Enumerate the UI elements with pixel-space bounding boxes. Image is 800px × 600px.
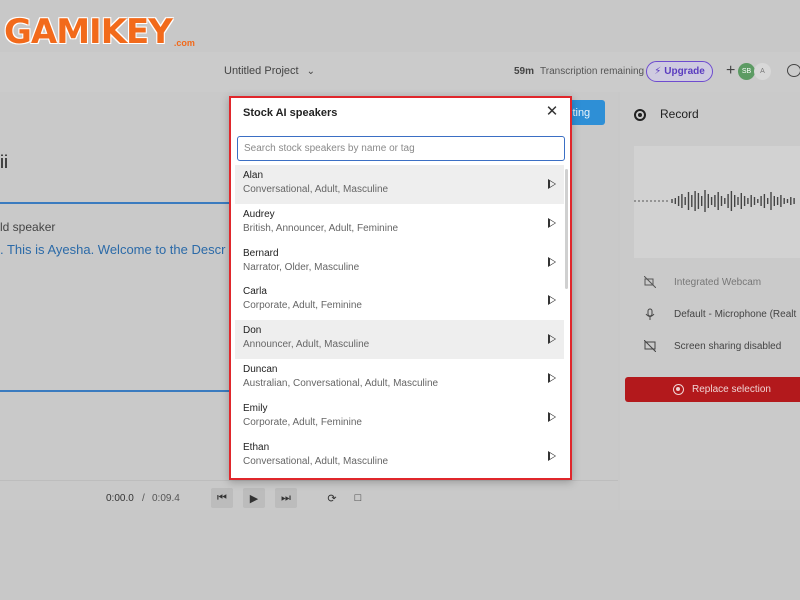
play-icon[interactable] — [548, 179, 556, 189]
time-separator: / — [142, 493, 145, 504]
comment-icon[interactable] — [787, 64, 800, 77]
avatar[interactable]: SB — [738, 63, 755, 80]
editor-title: ii — [0, 152, 8, 172]
microphone-icon — [645, 308, 655, 320]
logo-text: GAMIKEY — [4, 12, 173, 52]
screen-sharing-option[interactable]: Screen sharing disabled — [674, 341, 781, 352]
speaker-item[interactable]: Duncan Australian, Conversational, Adult,… — [235, 359, 564, 398]
play-icon[interactable] — [548, 334, 556, 345]
play-icon: ▶︎ — [249, 492, 259, 505]
skip-forward-icon: ⏭︎ — [281, 491, 291, 504]
speaker-tags: Announcer, Adult, Masculine — [243, 339, 370, 351]
speaker-name: Ethan — [243, 441, 270, 453]
speaker-tags: Narrator, Older, Masculine — [243, 261, 360, 273]
speaker-label[interactable]: ld speaker — [0, 220, 55, 234]
speaker-name: Carla — [243, 286, 267, 298]
scrollbar[interactable] — [565, 169, 568, 289]
playback-bar: 0:00.0 / 0:09.4 ⏮︎ ▶︎ ⏭︎ ⟳ □ — [0, 480, 618, 510]
speaker-name: Alan — [243, 170, 264, 181]
replace-selection-label: Replace selection — [692, 384, 771, 395]
webcam-off-icon — [644, 276, 656, 288]
bookmark-icon: □ — [354, 492, 362, 504]
logo-domain: .com — [173, 38, 195, 48]
chevron-down-icon: ⌄ — [306, 66, 315, 77]
speaker-tags: Conversational, Adult, Masculine — [243, 184, 389, 195]
project-title-dropdown[interactable]: Untitled Project ⌄ — [224, 65, 315, 77]
speaker-name: Bernard — [243, 247, 279, 259]
selection-line — [0, 202, 230, 204]
speaker-list: Alan Conversational, Adult, Masculine Audr… — [235, 165, 567, 477]
play-button[interactable]: ▶︎ — [243, 488, 265, 508]
minutes-remaining: 59m — [514, 66, 535, 77]
transcription-remaining-label: Transcription remaining — [540, 66, 645, 77]
screen-share-off-icon — [644, 340, 656, 352]
speaker-tags: Conversational, Adult, Masculine — [243, 455, 389, 467]
project-title: Untitled Project — [224, 65, 299, 77]
speaker-name: Emily — [243, 402, 268, 414]
top-bar: Untitled Project ⌄ 59m Transcription rema… — [0, 52, 800, 92]
stock-ai-speakers-dialog: Stock AI speakers ✕ Alan Conversational, … — [229, 96, 572, 480]
speaker-item[interactable]: Audrey British, Announcer, Adult, Feminin… — [235, 204, 564, 243]
upgrade-label: Upgrade — [664, 66, 705, 77]
add-collaborator-icon[interactable]: + — [726, 62, 735, 80]
play-icon[interactable] — [548, 372, 556, 383]
waveform — [634, 190, 795, 212]
play-icon[interactable] — [548, 411, 556, 422]
speaker-item[interactable]: Emily Corporate, Adult, Feminine — [235, 398, 564, 437]
current-time: 0:00.0 — [106, 493, 134, 504]
record-title: Record — [660, 107, 699, 121]
close-icon[interactable]: ✕ — [545, 104, 559, 119]
speaker-tags: British, Announcer, Adult, Feminine — [243, 222, 399, 234]
lightning-icon: ⚡︎ — [654, 66, 662, 77]
speaker-tags: Corporate, Adult, Feminine — [243, 416, 362, 428]
speaker-name: Audrey — [243, 208, 275, 220]
loop-button[interactable]: ⟳ — [321, 488, 343, 508]
audio-preview — [634, 146, 800, 258]
speaker-tags: Australian, Conversational, Adult, Mascu… — [243, 377, 439, 389]
play-icon[interactable] — [548, 450, 556, 461]
search-input[interactable] — [237, 136, 565, 161]
total-time: 0:09.4 — [152, 493, 180, 504]
play-icon[interactable] — [548, 295, 556, 306]
background-area — [0, 510, 800, 600]
play-icon[interactable] — [548, 217, 556, 228]
webcam-option[interactable]: Integrated Webcam — [674, 277, 761, 288]
speaker-item[interactable]: Ethan Conversational, Adult, Masculine — [235, 437, 564, 476]
record-icon — [634, 109, 646, 121]
upgrade-button[interactable]: ⚡︎ Upgrade — [646, 61, 713, 82]
speaker-item[interactable]: Alan Conversational, Adult, Masculine — [235, 165, 564, 204]
gamikey-logo: GAMIKEY .com — [4, 8, 195, 52]
speaker-item[interactable]: Don Announcer, Adult, Masculine — [235, 320, 564, 359]
speaker-name: Don — [243, 325, 262, 337]
loop-icon: ⟳ — [327, 492, 337, 505]
speaker-tags: Corporate, Adult, Feminine — [243, 300, 362, 312]
skip-back-icon: ⏮︎ — [217, 491, 227, 504]
skip-back-button[interactable]: ⏮︎ — [211, 488, 233, 508]
skip-forward-button[interactable]: ⏭︎ — [275, 488, 297, 508]
replace-selection-button[interactable]: Replace selection — [625, 377, 800, 402]
selection-line — [0, 390, 230, 392]
microphone-option[interactable]: Default - Microphone (Realt — [674, 309, 796, 320]
speaker-item[interactable]: Bernard Narrator, Older, Masculine — [235, 243, 564, 282]
bookmark-button[interactable]: □ — [347, 488, 369, 508]
avatar[interactable]: A — [754, 63, 771, 80]
speaker-item[interactable]: Carla Corporate, Adult, Feminine — [235, 281, 564, 320]
record-panel: Record Integrated Webcam Default - Micro… — [620, 92, 800, 510]
speaker-name: Duncan — [243, 363, 278, 375]
record-icon — [673, 384, 684, 395]
dialog-title: Stock AI speakers — [243, 107, 338, 119]
play-icon[interactable] — [548, 256, 556, 267]
transcript-text[interactable]: . This is Ayesha. Welcome to the Descr — [0, 242, 225, 257]
